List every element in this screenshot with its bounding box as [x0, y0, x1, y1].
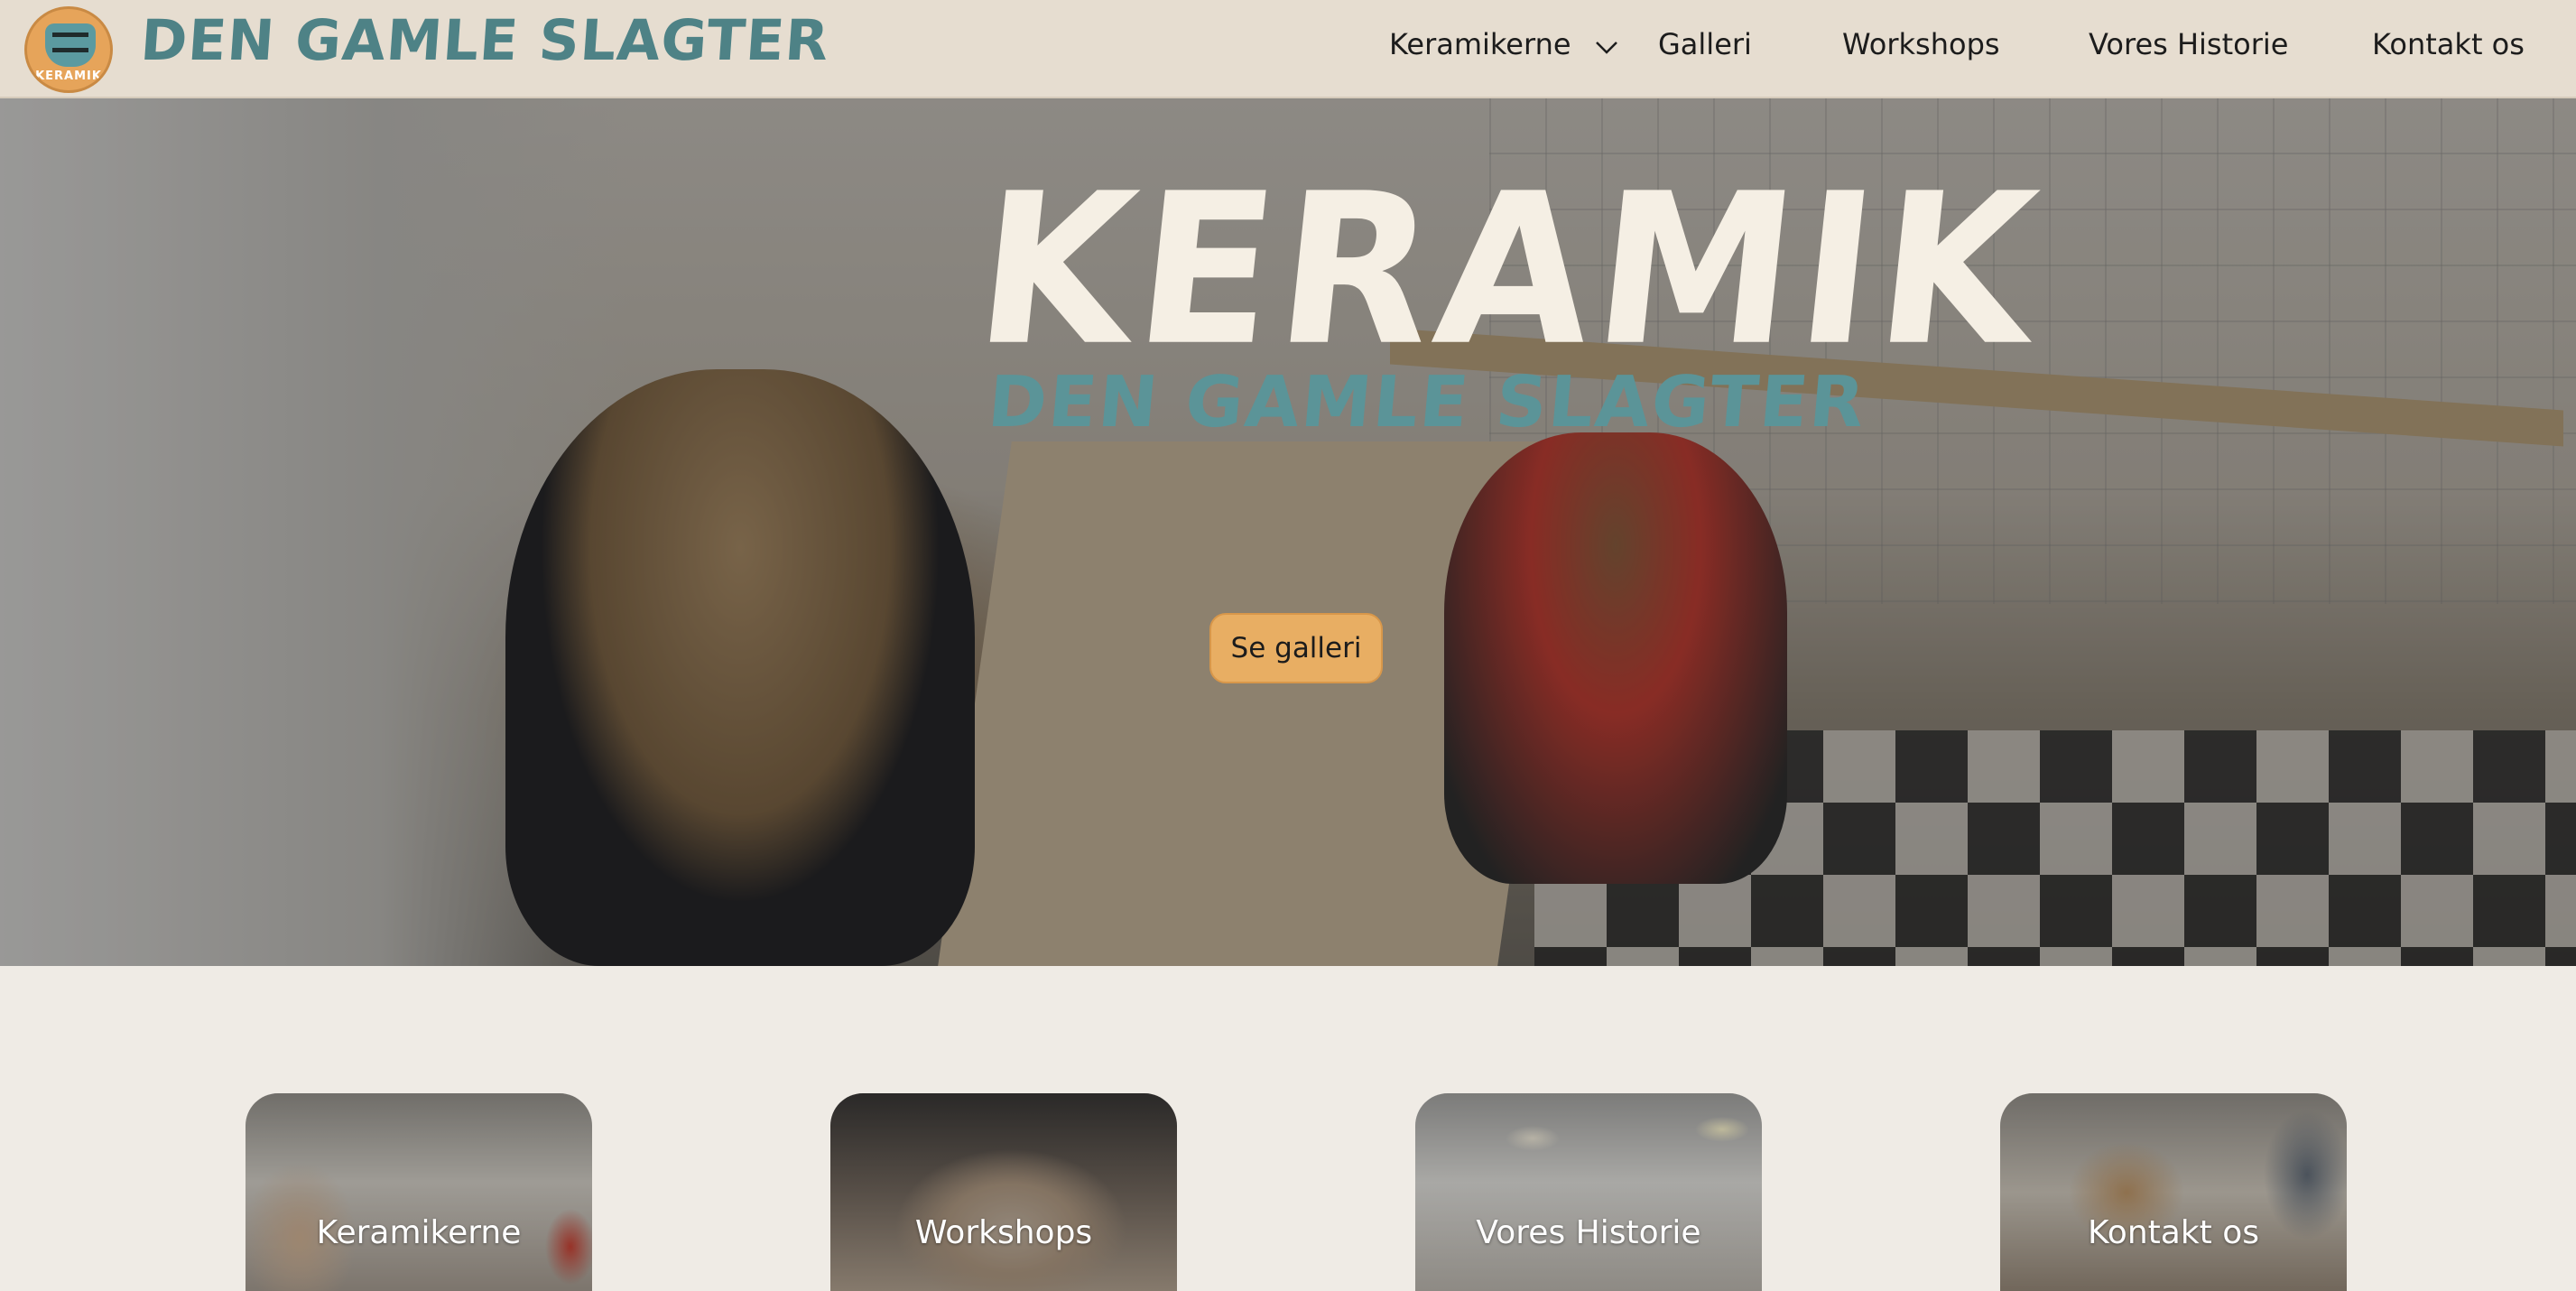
nav-item-galleri[interactable]: Galleri: [1658, 27, 1752, 61]
card-workshops[interactable]: Workshops: [830, 1093, 1177, 1291]
site-header: KERAMIK DEN GAMLE SLAGTER Keramikerne Ga…: [0, 0, 2576, 98]
logo-badge[interactable]: KERAMIK: [24, 6, 113, 93]
card-vores-historie[interactable]: Vores Historie: [1415, 1093, 1762, 1291]
nav-item-workshops[interactable]: Workshops: [1842, 27, 2000, 61]
card-label: Workshops: [914, 1214, 1093, 1251]
card-label: Keramikerne: [316, 1214, 522, 1251]
main-nav: Keramikerne Galleri Workshops Vores Hist…: [1367, 0, 2576, 95]
nav-item-kontakt-os[interactable]: Kontakt os: [2372, 27, 2525, 61]
card-label: Vores Historie: [1476, 1214, 1701, 1251]
card-keramikerne[interactable]: Keramikerne: [246, 1093, 592, 1291]
hero-section: KERAMIK DEN GAMLE SLAGTER Se galleri: [0, 98, 2576, 966]
chevron-down-icon[interactable]: [1592, 33, 1621, 61]
card-label: Kontakt os: [2087, 1214, 2260, 1251]
brand-name[interactable]: DEN GAMLE SLAGTER: [138, 7, 831, 73]
hero-subtitle: DEN GAMLE SLAGTER: [985, 362, 1869, 443]
see-gallery-button[interactable]: Se galleri: [1209, 613, 1383, 683]
card-kontakt-os[interactable]: Kontakt os: [2000, 1093, 2347, 1291]
cup-icon: [45, 23, 96, 67]
nav-item-vores-historie[interactable]: Vores Historie: [2089, 27, 2288, 61]
logo-badge-text: KERAMIK: [35, 70, 102, 83]
hero-title: KERAMIK: [966, 148, 2052, 392]
nav-item-keramikerne[interactable]: Keramikerne: [1389, 27, 1571, 61]
